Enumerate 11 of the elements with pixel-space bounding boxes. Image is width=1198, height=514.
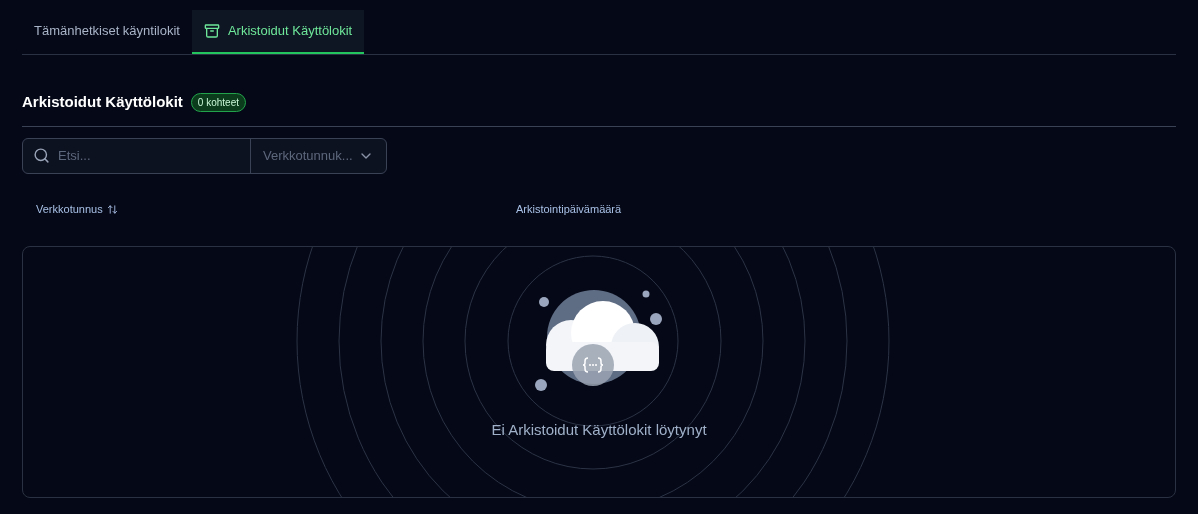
sort-icon	[106, 204, 118, 215]
tab[interactable]: Arkistoidut Käyttölokit	[191, 10, 365, 54]
section-title: Arkistoidut Käyttölokit	[22, 92, 183, 112]
count-badge: 0 kohteet	[190, 92, 246, 112]
archive-icon	[203, 23, 220, 39]
column-header[interactable]: Verkkotunnus	[36, 201, 118, 218]
empty-state-message: Ei Arkistoidut Käyttölokit löytynyt	[491, 419, 707, 440]
column-header[interactable]: Arkistointipäivämäärä	[516, 201, 622, 218]
search-icon	[33, 147, 50, 164]
search-field[interactable]: Etsi...	[58, 145, 218, 166]
tab[interactable]: Tämänhetkiset käyntilokit	[22, 10, 192, 54]
